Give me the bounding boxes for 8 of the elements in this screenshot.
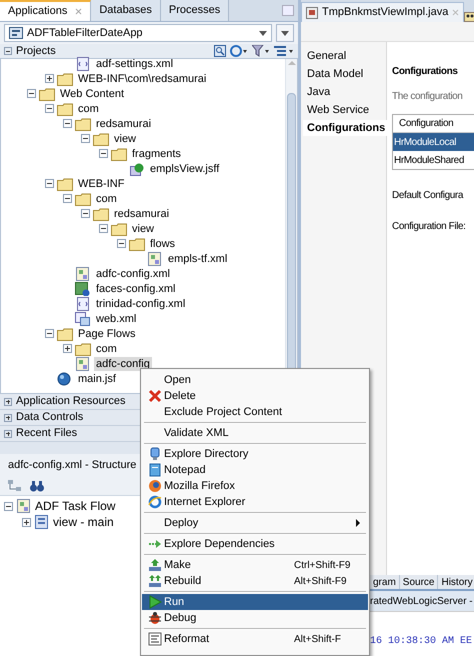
section-heading: Configurations xyxy=(392,65,459,79)
application-name: ADFTableFilterDateApp xyxy=(27,26,144,41)
field-label: Default Configura xyxy=(392,189,464,203)
log-line: 16 10:38:30 AM EE xyxy=(370,635,474,649)
field-label: Configuration File: xyxy=(392,220,467,234)
log-panel-title: ratedWebLogicServer - xyxy=(370,594,473,608)
description-text: The configuration xyxy=(392,90,464,104)
projects-header: Projects xyxy=(16,44,57,59)
